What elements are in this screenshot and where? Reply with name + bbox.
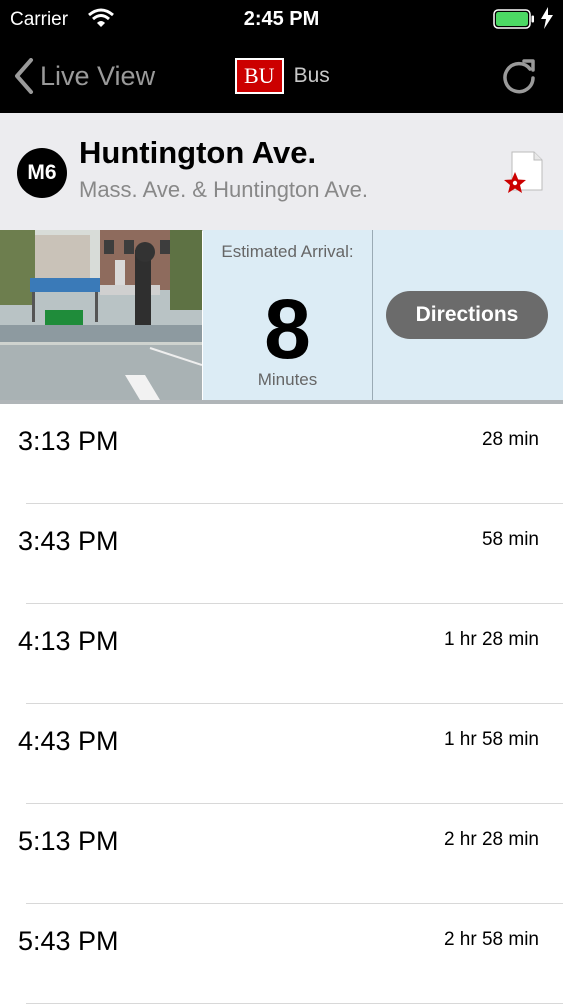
arrival-info-panel: Estimated Arrival: 8 Minutes Directions: [0, 230, 563, 400]
departure-row[interactable]: 4:13 PM 1 hr 28 min: [0, 604, 563, 704]
departure-time: 4:13 PM: [18, 626, 119, 656]
departure-countdown: 1 hr 58 min: [443, 729, 539, 750]
stop-name: Huntington Ave.: [79, 135, 317, 170]
departure-countdown: 2 hr 58 min: [443, 929, 539, 950]
chevron-left-icon: [15, 58, 33, 94]
bu-logo-mark: BU: [235, 58, 284, 94]
status-time: 2:45 PM: [243, 8, 320, 30]
estimated-arrival: Estimated Arrival: 8 Minutes: [203, 230, 373, 400]
battery-icon: [493, 9, 534, 29]
departure-row[interactable]: 5:13 PM 2 hr 28 min: [0, 804, 563, 904]
departure-row[interactable]: 3:43 PM 58 min: [0, 504, 563, 604]
departure-time: 5:13 PM: [18, 826, 119, 856]
back-button[interactable]: Live View: [14, 56, 155, 96]
directions-panel: Directions: [373, 230, 563, 400]
charging-bolt-icon: [541, 7, 553, 29]
departure-countdown: 2 hr 28 min: [443, 829, 539, 850]
status-bar: Carrier 2:45 PM: [0, 0, 563, 40]
departure-time: 4:43 PM: [18, 726, 119, 756]
departure-time: 3:13 PM: [18, 426, 119, 456]
departure-time: 3:43 PM: [18, 526, 119, 556]
estimated-arrival-value: 8: [264, 282, 311, 376]
route-badge: M6: [17, 148, 67, 198]
departure-row[interactable]: 5:43 PM 2 hr 58 min: [0, 904, 563, 1004]
stop-photo: [0, 230, 202, 400]
departure-countdown: 28 min: [481, 429, 539, 450]
departure-list: 3:13 PM 28 min 3:43 PM 58 min 4:13 PM 1 hr 28…: [0, 404, 563, 1004]
navigation-bar: Live View BU Bus: [0, 40, 563, 113]
favorite-star-icon[interactable]: [500, 150, 545, 195]
departure-countdown: 1 hr 28 min: [443, 629, 539, 650]
directions-button[interactable]: Directions: [386, 291, 548, 339]
bus-logo-text: Bus: [293, 64, 330, 87]
bu-bus-logo: BU Bus: [235, 58, 330, 94]
stop-cross-streets: Mass. Ave. & Huntington Ave.: [79, 177, 369, 202]
estimated-arrival-label: Estimated Arrival:: [221, 242, 354, 261]
departure-time: 5:43 PM: [18, 926, 119, 956]
departure-row[interactable]: 4:43 PM 1 hr 58 min: [0, 704, 563, 804]
departure-row[interactable]: 3:13 PM 28 min: [0, 404, 563, 504]
back-label: Live View: [40, 60, 156, 91]
departure-countdown: 58 min: [481, 529, 539, 550]
stop-header: M6 Huntington Ave. Mass. Ave. & Huntingt…: [0, 113, 563, 231]
refresh-icon[interactable]: [500, 57, 538, 95]
estimated-arrival-unit: Minutes: [257, 370, 318, 389]
